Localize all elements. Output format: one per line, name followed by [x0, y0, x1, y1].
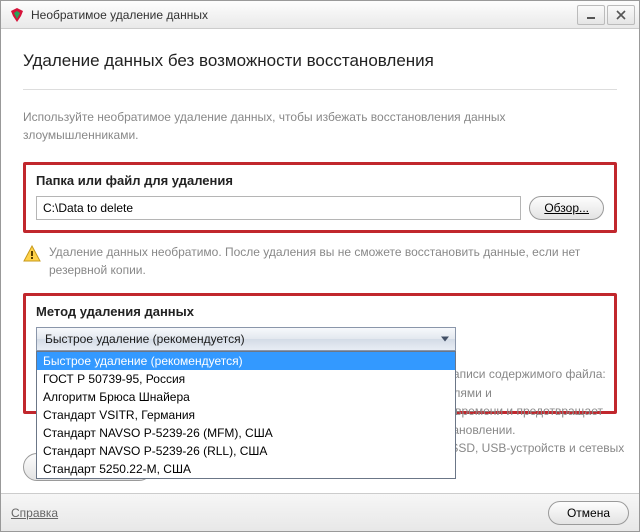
content-area: Удаление данных без возможности восстано… — [1, 29, 639, 493]
minimize-button[interactable] — [577, 5, 605, 25]
method-option[interactable]: Стандарт VSITR, Германия — [37, 406, 455, 424]
method-option[interactable]: Быстрое удаление (рекомендуется) — [37, 352, 455, 370]
cancel-button[interactable]: Отмена — [548, 501, 629, 525]
help-link[interactable]: Справка — [11, 506, 58, 520]
method-option[interactable]: ГОСТ Р 50739-95, Россия — [37, 370, 455, 388]
warning-text: Удаление данных необратимо. После удален… — [49, 243, 617, 279]
method-option[interactable]: Алгоритм Брюса Шнайера — [37, 388, 455, 406]
dialog-window: Необратимое удаление данных Удаление дан… — [0, 0, 640, 532]
browse-button[interactable]: Обзор... — [529, 196, 604, 220]
method-option[interactable]: Стандарт NAVSO P-5239-26 (MFM), США — [37, 424, 455, 442]
chevron-down-icon — [441, 337, 449, 342]
footer: Справка Отмена — [1, 493, 639, 531]
method-group-title: Метод удаления данных — [36, 304, 604, 319]
warning-icon — [23, 245, 41, 263]
path-group: Папка или файл для удаления Обзор... — [23, 162, 617, 233]
method-option[interactable]: Стандарт NAVSO P-5239-26 (RLL), США — [37, 442, 455, 460]
intro-text: Используйте необратимое удаление данных,… — [23, 108, 617, 144]
method-dropdown: Быстрое удаление (рекомендуется) ГОСТ Р … — [36, 351, 456, 479]
path-group-title: Папка или файл для удаления — [36, 173, 604, 188]
warning-row: Удаление данных необратимо. После удален… — [23, 243, 617, 279]
method-combo-value: Быстрое удаление (рекомендуется) — [45, 332, 245, 346]
divider — [23, 89, 617, 90]
close-button[interactable] — [607, 5, 635, 25]
method-description-fragment: езаписи содержимого файла: нулями и го в… — [441, 365, 631, 458]
method-option[interactable]: Стандарт 5250.22-M, США — [37, 460, 455, 478]
path-row: Обзор... — [36, 196, 604, 220]
window-title: Необратимое удаление данных — [31, 8, 575, 22]
page-title: Удаление данных без возможности восстано… — [23, 51, 617, 71]
kaspersky-icon — [9, 7, 25, 23]
method-combo[interactable]: Быстрое удаление (рекомендуется) — [36, 327, 456, 351]
path-input[interactable] — [36, 196, 521, 220]
titlebar: Необратимое удаление данных — [1, 1, 639, 29]
